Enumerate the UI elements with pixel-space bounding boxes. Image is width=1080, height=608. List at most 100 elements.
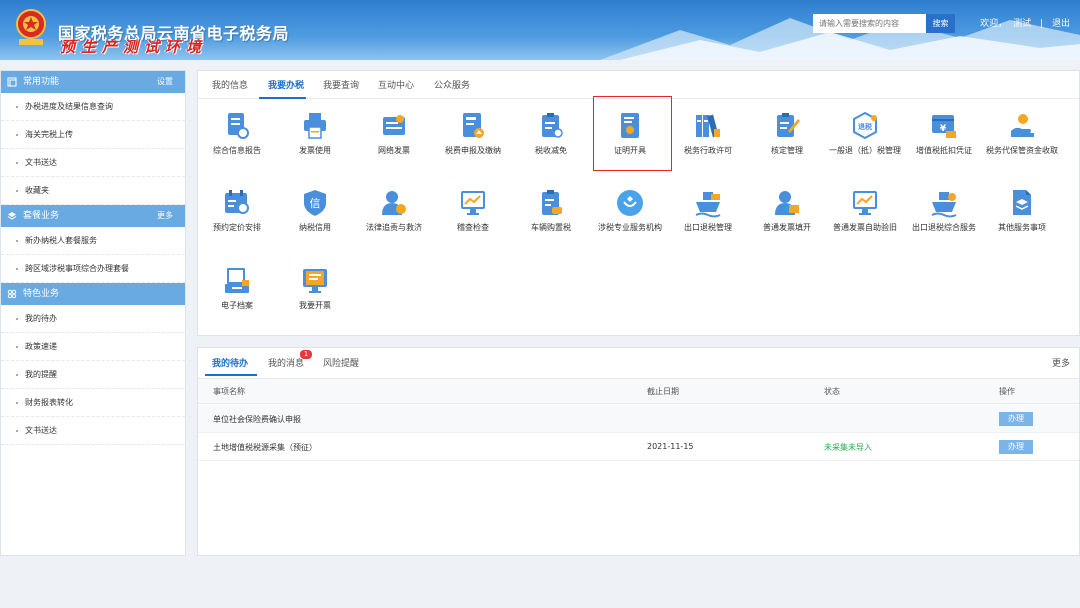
environment-label: 预生产测试环境 [60,38,208,56]
tax-relief-icon [542,113,563,138]
service-item[interactable]: 普通发票自助验旧 [826,188,904,233]
item-label: 普通发票自助验旧 [833,223,897,232]
service-item[interactable]: 税收减免 [512,111,590,156]
tab-my-info[interactable]: 我的信息 [212,78,248,91]
service-item[interactable]: 核定管理 [748,111,826,156]
tab-public-service[interactable]: 公众服务 [434,78,470,91]
sidebar-section-featured: 特色业务 [1,283,185,305]
service-item[interactable]: 涉税专业服务机构 [591,188,669,233]
row-name: 单位社会保险费确认申报 [213,415,301,424]
voucher-icon-text: ¥ [940,124,947,134]
service-item[interactable]: ¥ 增值税抵扣凭证 [905,111,983,156]
service-item[interactable]: 退税 一般退（抵）税管理 [826,111,904,156]
tab-query[interactable]: 我要查询 [323,78,359,91]
tab-my-todo[interactable]: 我的待办 [212,356,248,369]
sidebar-section-package: 套餐业务 更多 [1,205,185,227]
sidebar-item-new-taxpayer[interactable]: 新办纳税人套餐服务 [1,227,185,255]
table-header: 事项名称 截止日期 状态 操作 [198,378,1079,404]
sidebar-item-customs-upload[interactable]: 海关完税上传 [1,121,185,149]
more-link[interactable]: 更多 [157,205,173,227]
nav-separator: | [1040,19,1044,29]
active-tab-indicator [259,97,306,99]
item-label: 车辆购置税 [531,223,571,232]
service-item[interactable]: 稽查检查 [434,188,512,233]
service-item[interactable]: 车辆购置税 [512,188,590,233]
table-row: 土地增值税税源采集（预征） 2021-11-15 未采集未导入 办理 [198,433,1079,461]
column-header: 状态 [824,387,840,396]
item-label: 出口退税综合服务 [912,223,976,232]
invoice-fill-icon [775,191,799,215]
sidebar-item-document-delivery[interactable]: 文书送达 [1,149,185,177]
service-item[interactable]: 税务行政许可 [669,111,747,156]
legal-icon [382,191,406,215]
tab-interaction[interactable]: 互动中心 [378,78,414,91]
calendar-icon [225,190,249,214]
item-label: 税费申报及缴纳 [445,146,501,155]
logout-link[interactable]: 退出 [1052,19,1070,29]
service-tabs: 我的信息 我要办税 我要查询 互动中心 公众服务 [198,71,1079,99]
item-label: 发票使用 [299,146,331,155]
item-label: 普通发票填开 [763,223,811,232]
top-banner: 国家税务总局云南省电子税务局 预生产测试环境 搜索 欢迎，测试 | 退出 [0,0,1080,60]
sidebar-item-report-convert[interactable]: 财务报表转化 [1,389,185,417]
refund-icon-text: 退税 [858,122,872,131]
highlight-box [593,96,672,171]
item-label: 涉税专业服务机构 [598,223,662,232]
item-label: 税务行政许可 [684,146,732,155]
service-panel: 我的信息 我要办税 我要查询 互动中心 公众服务 综合信息报告 发票使用 网络发… [197,70,1080,336]
declare-icon [463,113,484,138]
sidebar-item-policy[interactable]: 政策速递 [1,333,185,361]
item-label: 税务代保管资金收取 [986,146,1058,155]
search-button[interactable]: 搜索 [926,14,955,33]
service-item[interactable]: 网络发票 [355,111,433,156]
handle-button[interactable]: 办理 [999,412,1033,426]
handle-button[interactable]: 办理 [999,440,1033,454]
settings-link[interactable]: 设置 [157,71,173,93]
service-item[interactable]: 信 纳税信用 [276,188,354,233]
sidebar-item-document-delivery-2[interactable]: 文书送达 [1,417,185,445]
report-icon [228,113,249,139]
export-service-icon [931,192,957,218]
service-item[interactable]: 出口退税综合服务 [905,188,983,233]
sidebar-item-favorites[interactable]: 收藏夹 [1,177,185,205]
sidebar-item-cross-region[interactable]: 跨区域涉税事项综合办理套餐 [1,255,185,283]
export-ship-icon [695,192,721,218]
sidebar-item-my-todo[interactable]: 我的待办 [1,305,185,333]
welcome-text: 欢迎， [980,19,1008,29]
item-label: 我要开票 [299,301,331,310]
service-item[interactable]: 税务代保管资金收取 [983,111,1061,156]
service-item[interactable]: 综合信息报告 [198,111,276,156]
tab-my-messages[interactable]: 我的消息 [268,356,304,369]
printer-icon [304,113,326,139]
service-item[interactable]: 出口退税管理 [669,188,747,233]
user-name-link[interactable]: 测试 [1013,19,1031,29]
more-link[interactable]: 更多 [1052,356,1070,369]
search-input[interactable] [813,14,926,33]
sidebar-item-progress-query[interactable]: 办税进度及结果信息查询 [1,93,185,121]
network-invoice-icon [383,115,405,135]
other-service-icon [1013,190,1031,215]
active-tab-indicator [205,374,257,376]
service-item[interactable]: 法律追责与救济 [355,188,433,233]
service-item[interactable]: 电子档案 [198,266,276,311]
service-item[interactable]: 税费申报及缴纳 [434,111,512,156]
item-label: 稽查检查 [457,223,489,232]
service-item[interactable]: 普通发票填开 [748,188,826,233]
binders-icon [696,114,720,138]
table-row: 单位社会保险费确认申报 办理 [198,405,1079,433]
section-title: 特色业务 [23,289,60,299]
window-icon [7,77,17,87]
column-header: 截止日期 [647,387,679,396]
service-item[interactable]: 预约定价安排 [198,188,276,233]
sidebar-item-reminders[interactable]: 我的提醒 [1,361,185,389]
section-title: 套餐业务 [23,211,60,221]
layers-icon [7,212,17,220]
inspection-icon [461,191,485,215]
tab-do-tax[interactable]: 我要办税 [268,78,304,91]
service-item[interactable]: 发票使用 [276,111,354,156]
vehicle-tax-icon [542,190,562,215]
item-label: 预约定价安排 [213,223,261,232]
tab-risk-alerts[interactable]: 风险提醒 [323,356,359,369]
service-item[interactable]: 我要开票 [276,266,354,311]
service-item[interactable]: 其他服务事项 [983,188,1061,233]
